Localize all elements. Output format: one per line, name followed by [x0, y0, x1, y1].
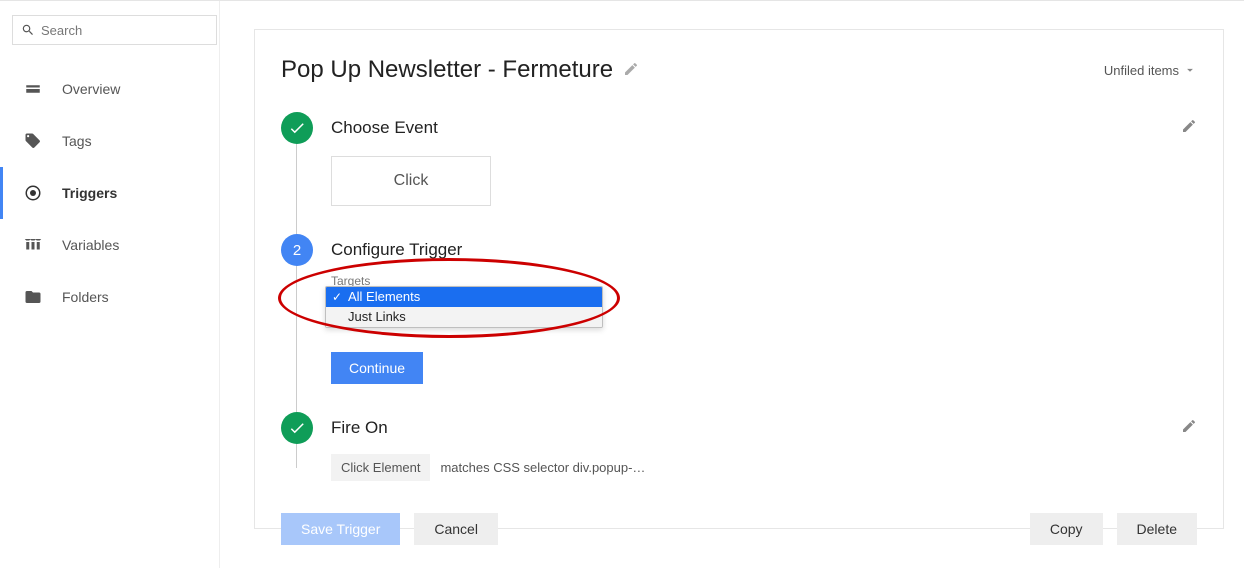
main-panel: Pop Up Newsletter - Fermeture Unfiled it… — [254, 29, 1224, 529]
step-number-badge: 2 — [281, 234, 313, 266]
overview-icon — [24, 80, 42, 98]
step-number: 2 — [293, 242, 301, 259]
edit-step-icon[interactable] — [1181, 418, 1197, 439]
cancel-button[interactable]: Cancel — [414, 513, 498, 545]
fire-condition: Click Element matches CSS selector div.p… — [331, 454, 1197, 481]
sidebar-item-triggers[interactable]: Triggers — [0, 167, 219, 219]
step-done-icon — [281, 412, 313, 444]
page-title-row: Pop Up Newsletter - Fermeture — [281, 56, 639, 84]
trigger-icon — [24, 184, 42, 202]
sidebar-item-label: Overview — [62, 81, 120, 97]
rename-icon[interactable] — [623, 56, 639, 84]
step-title: Fire On — [331, 418, 388, 438]
folder-select[interactable]: Unfiled items — [1104, 63, 1197, 78]
sidebar-item-variables[interactable]: Variables — [0, 219, 219, 271]
sidebar-item-folders[interactable]: Folders — [0, 271, 219, 323]
step-configure-trigger: 2 Configure Trigger Targets All Elements… — [281, 234, 1197, 402]
delete-button[interactable]: Delete — [1117, 513, 1197, 545]
continue-button[interactable]: Continue — [331, 352, 423, 384]
variables-icon — [24, 236, 42, 254]
step-done-icon — [281, 112, 313, 144]
step-choose-event: Choose Event Click — [281, 112, 1197, 224]
sidebar: Search Overview Tags Triggers Variable — [0, 1, 220, 568]
folder-label: Unfiled items — [1104, 63, 1179, 78]
sidebar-item-label: Triggers — [62, 185, 117, 201]
page-title: Pop Up Newsletter - Fermeture — [281, 56, 613, 84]
button-row: Save Trigger Cancel Copy Delete — [281, 513, 1197, 545]
step-fire-on: Fire On Click Element matches CSS select… — [281, 412, 1197, 503]
search-placeholder: Search — [41, 23, 82, 38]
fire-field: Click Element — [331, 454, 430, 481]
save-trigger-button[interactable]: Save Trigger — [281, 513, 400, 545]
tag-icon — [24, 132, 42, 150]
fire-condition-text: matches CSS selector div.popup-… — [440, 460, 645, 475]
event-chip[interactable]: Click — [331, 156, 491, 206]
search-icon — [21, 23, 35, 37]
step-title: Choose Event — [331, 118, 438, 138]
step-title: Configure Trigger — [331, 240, 462, 260]
sidebar-item-overview[interactable]: Overview — [0, 63, 219, 115]
sidebar-item-tags[interactable]: Tags — [0, 115, 219, 167]
sidebar-item-label: Tags — [62, 133, 92, 149]
sidebar-item-label: Folders — [62, 289, 109, 305]
dropdown-option-all-elements[interactable]: All Elements — [326, 287, 602, 307]
sidebar-item-label: Variables — [62, 237, 119, 253]
copy-button[interactable]: Copy — [1030, 513, 1103, 545]
option-label: Just Links — [348, 309, 406, 324]
edit-step-icon[interactable] — [1181, 118, 1197, 139]
folder-icon — [24, 288, 42, 306]
option-label: All Elements — [348, 289, 420, 304]
dropdown-option-just-links[interactable]: Just Links — [326, 307, 602, 327]
search-input[interactable]: Search — [12, 15, 217, 45]
targets-dropdown-open: All Elements Just Links — [325, 286, 603, 328]
event-value: Click — [394, 172, 429, 190]
chevron-down-icon — [1183, 63, 1197, 77]
